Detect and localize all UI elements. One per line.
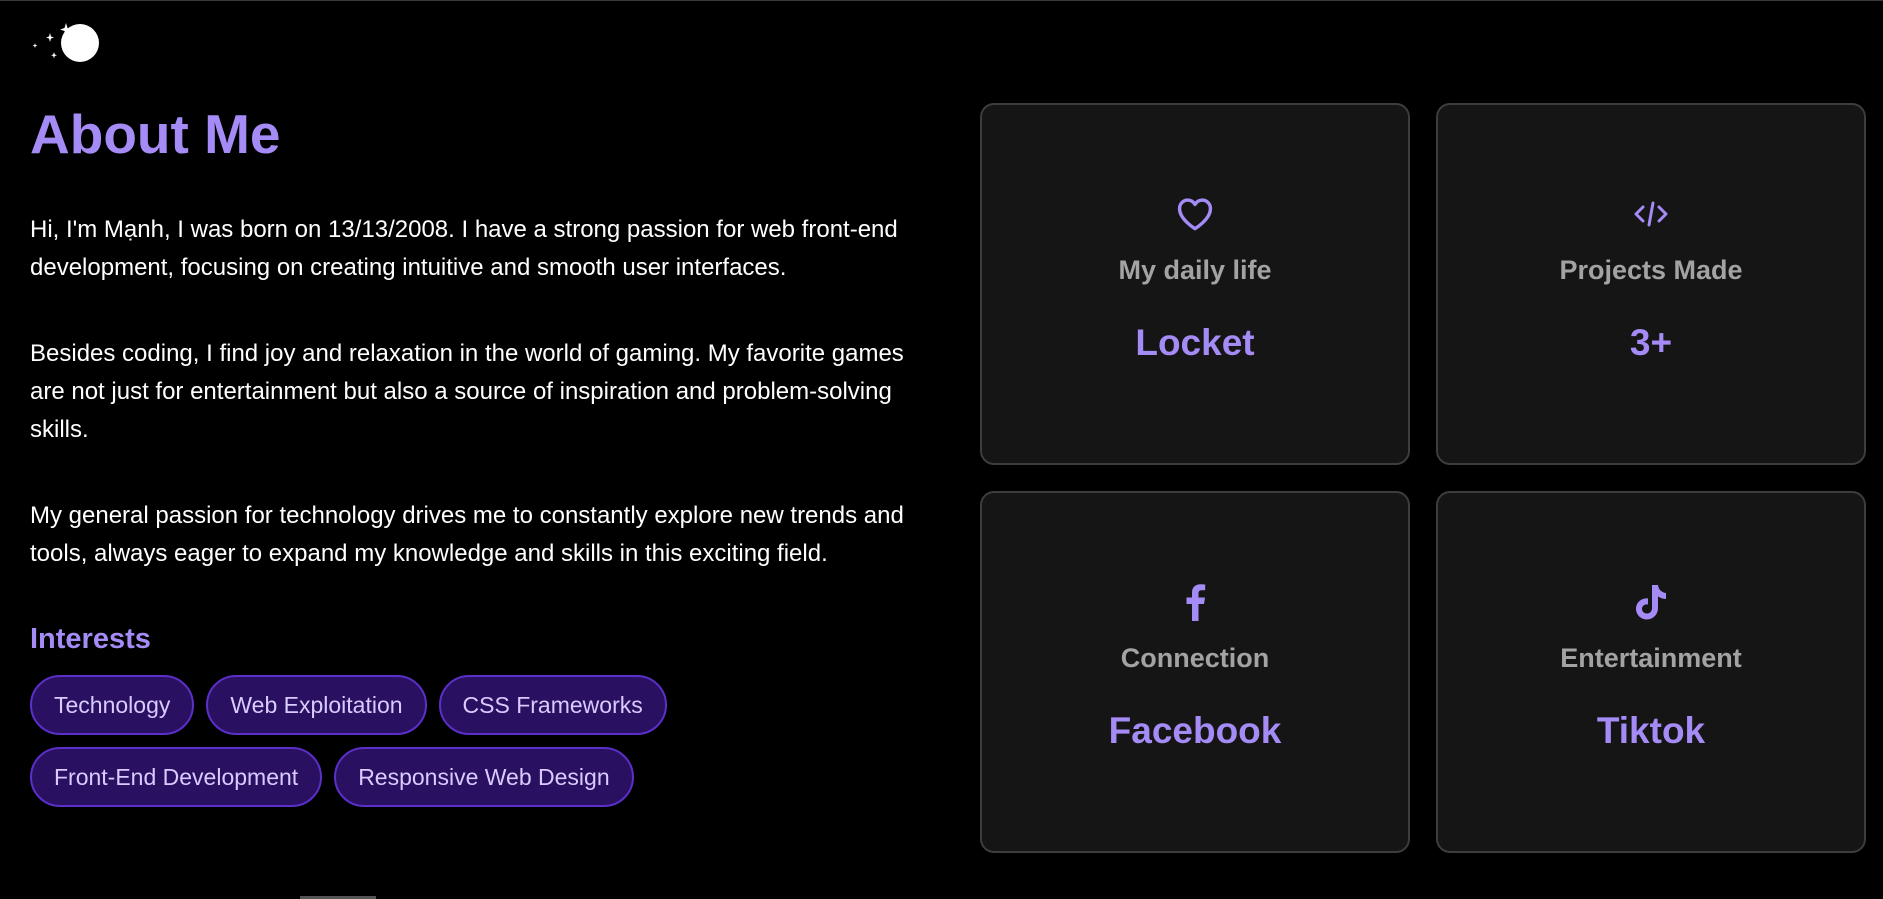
tiktok-icon — [1631, 582, 1671, 622]
about-paragraph-1: Hi, I'm Mạnh, I was born on 13/13/2008. … — [30, 216, 898, 281]
interests-heading: Interests — [30, 623, 151, 655]
card-value: Facebook — [1108, 710, 1282, 751]
about-section: About Me Hi, I'm Mạnh, I was born on 13/… — [30, 99, 920, 807]
interest-tag-technology[interactable]: Technology — [30, 675, 195, 735]
card-label: My daily life — [1118, 255, 1272, 285]
card-value: 3+ — [1629, 322, 1673, 363]
card-value: Locket — [1135, 322, 1255, 363]
about-paragraph-3: My general passion for technology drives… — [30, 502, 904, 567]
page: About Me Hi, I'm Mạnh, I was born on 13/… — [0, 0, 1883, 899]
interest-tag-css-frameworks[interactable]: CSS Frameworks — [438, 675, 667, 735]
card-value: Tiktok — [1596, 710, 1706, 751]
interests-list: Technology Web Exploitation CSS Framewor… — [30, 675, 730, 807]
card-entertainment[interactable]: Entertainment Tiktok — [1436, 491, 1866, 853]
card-label: Entertainment — [1560, 643, 1742, 673]
interest-tag-web-exploitation[interactable]: Web Exploitation — [206, 675, 427, 735]
moon-stars-icon[interactable] — [20, 19, 104, 67]
about-paragraph-2: Besides coding, I find joy and relaxatio… — [30, 340, 904, 443]
interest-tag-front-end-development[interactable]: Front-End Development — [30, 747, 323, 807]
facebook-icon — [1175, 582, 1215, 622]
card-connection[interactable]: Connection Facebook — [980, 491, 1410, 853]
card-daily-life[interactable]: My daily life Locket — [980, 103, 1410, 465]
page-title: About Me — [30, 103, 281, 165]
card-label: Projects Made — [1559, 255, 1743, 285]
interest-tag-responsive-web-design[interactable]: Responsive Web Design — [334, 747, 634, 807]
card-projects[interactable]: Projects Made 3+ — [1436, 103, 1866, 465]
card-label: Connection — [1120, 643, 1270, 673]
heart-icon — [1175, 194, 1215, 234]
code-icon — [1631, 194, 1671, 234]
stats-grid: My daily life Locket Projects Made 3+ Co… — [980, 103, 1866, 853]
